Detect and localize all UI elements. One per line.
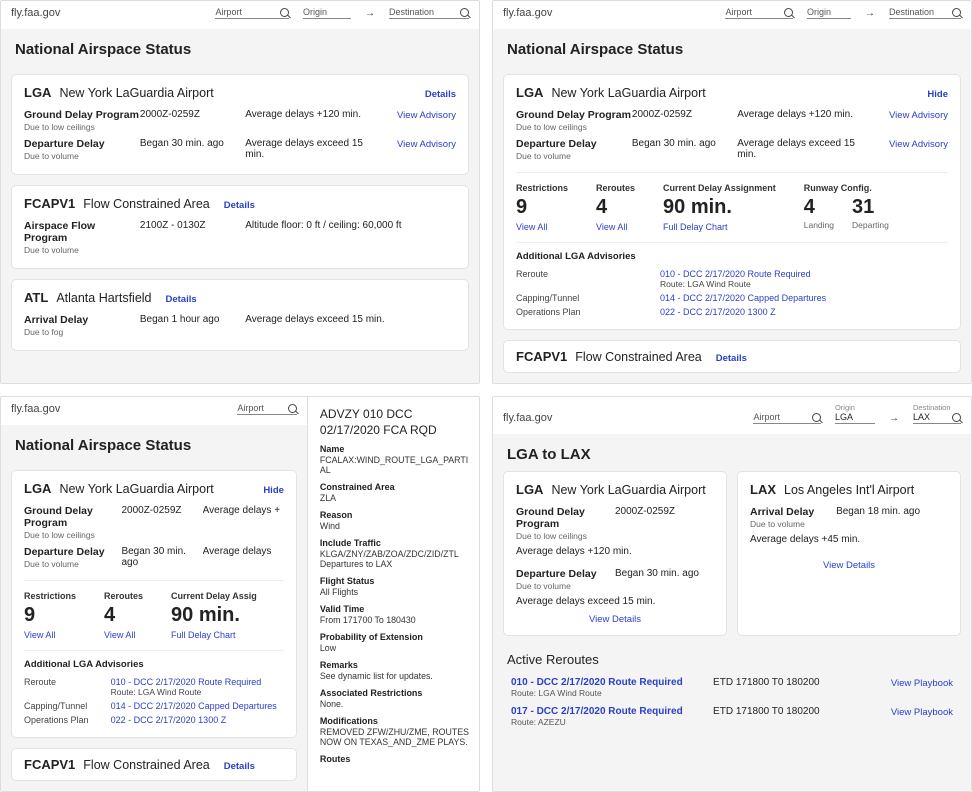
view-details[interactable]: View Details xyxy=(589,614,641,625)
arrow-icon: → xyxy=(889,413,899,424)
metrics: Restrictions9View All Reroutes4View All … xyxy=(516,172,948,232)
panel-nas-with-drawer: fly.faa.gov Airport National Airspace St… xyxy=(0,396,480,792)
arrow-icon: → xyxy=(365,8,375,19)
reroute-row: 010 - DCC 2/17/2020 Route RequiredRoute:… xyxy=(511,673,953,702)
page-title: National Airspace Status xyxy=(1,29,479,68)
card-fca: FCAPV1 Flow Constrained Area Details Air… xyxy=(11,185,469,269)
reroute-row: 017 - DCC 2/17/2020 Route RequiredRoute:… xyxy=(511,702,953,731)
details-link[interactable]: Details xyxy=(166,294,197,305)
panel-od-pair: fly.faa.gov Airport Origin LGA → Destina… xyxy=(492,396,972,792)
origin-search[interactable]: Origin xyxy=(303,7,351,19)
arrow-icon: → xyxy=(865,8,875,19)
advisory-link[interactable]: 010 - DCC 2/17/2020 Route Required xyxy=(660,269,948,279)
search-icon xyxy=(952,8,961,17)
panel-nas-expanded: fly.faa.gov Airport Origin → Destination… xyxy=(492,0,972,384)
site-host: fly.faa.gov xyxy=(11,7,60,19)
advisory-drawer: ADVZY 010 DCC 02/17/2020 FCA RQD NameFCA… xyxy=(307,397,479,791)
search-icon xyxy=(812,413,821,422)
details-link[interactable]: Details xyxy=(224,200,255,211)
card-lga-od: LGANew York LaGuardia Airport Ground Del… xyxy=(503,471,727,636)
search-icon xyxy=(460,8,469,17)
search-icon xyxy=(952,413,961,422)
advisory-link[interactable]: 022 - DCC 2/17/2020 1300 Z xyxy=(660,307,948,317)
origin-search[interactable]: Origin xyxy=(807,7,851,19)
card-lga-expanded: LGA New York LaGuardia Airport Hide Grou… xyxy=(503,74,961,330)
airport-search[interactable]: Airport xyxy=(753,412,821,424)
origin-search[interactable]: LGA xyxy=(835,412,875,424)
view-advisory[interactable]: View Advisory xyxy=(397,110,456,121)
airport-code: LGA xyxy=(24,85,51,100)
search-icon xyxy=(784,8,793,17)
airport-name: New York LaGuardia Airport xyxy=(59,86,213,100)
view-details[interactable]: View Details xyxy=(823,560,875,571)
reroute-link[interactable]: 017 - DCC 2/17/2020 Route Required xyxy=(511,706,713,717)
airport-search[interactable]: Airport xyxy=(237,403,297,415)
topbar: fly.faa.gov Airport Origin → Destination xyxy=(1,1,479,29)
card-fca: FCAPV1 Flow Constrained Area Details xyxy=(503,340,961,373)
destination-search[interactable]: LAX xyxy=(913,412,961,424)
airport-search[interactable]: Airport xyxy=(725,7,793,19)
search-icon xyxy=(288,404,297,413)
advisory-link[interactable]: 014 - DCC 2/17/2020 Capped Departures xyxy=(660,293,948,303)
view-advisory[interactable]: View Advisory xyxy=(397,139,456,150)
destination-search[interactable]: Destination xyxy=(889,7,961,19)
details-link[interactable]: Details xyxy=(425,89,456,100)
search-icon xyxy=(280,8,289,17)
card-atl: ATL Atlanta Hartsfield Details Arrival D… xyxy=(11,279,469,351)
search-bar: Airport Origin → Destination xyxy=(215,7,469,19)
od-title: LGA to LAX xyxy=(493,434,971,471)
airport-search[interactable]: Airport xyxy=(215,7,289,19)
card-lga: LGA New York LaGuardia Airport Details G… xyxy=(11,74,469,175)
additional-advisories: Additional LGA Advisories Reroute010 - D… xyxy=(516,242,948,319)
panel-nas-collapsed: fly.faa.gov Airport Origin → Destination… xyxy=(0,0,480,384)
hide-link[interactable]: Hide xyxy=(927,89,948,100)
reroute-link[interactable]: 010 - DCC 2/17/2020 Route Required xyxy=(511,677,713,688)
view-playbook[interactable]: View Playbook xyxy=(891,707,953,718)
card-lax-od: LAXLos Angeles Int'l Airport Arrival Del… xyxy=(737,471,961,636)
reroutes-header: Active Reroutes xyxy=(493,646,971,673)
destination-search[interactable]: Destination xyxy=(389,7,469,19)
